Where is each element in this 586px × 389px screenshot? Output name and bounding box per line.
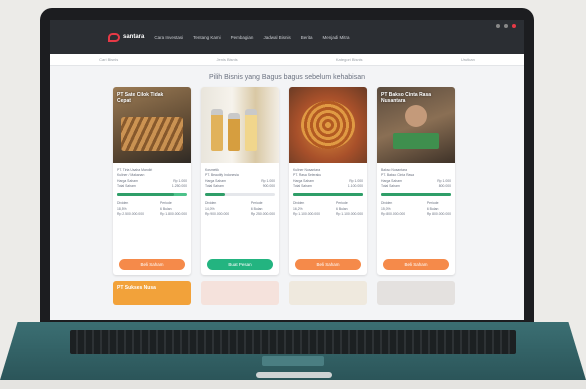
stat-value: Rp 800.000.000 [381, 212, 406, 217]
buy-shares-button[interactable]: Beli Saham [295, 259, 361, 270]
nav-item-berita[interactable]: Berita [301, 35, 313, 40]
funding-progress-fill [117, 192, 175, 196]
funding-progress-fill [205, 192, 225, 196]
business-card-grid: PT Sate Cilok Tidak Cepat PT. Tirta Usah… [50, 87, 524, 275]
funding-progress-bar [205, 192, 275, 196]
nav-item-menjadi-mitra[interactable]: Menjadi Mitra [322, 35, 349, 40]
buy-shares-button[interactable]: Beli Saham [119, 259, 185, 270]
bottle-shape [228, 113, 240, 151]
business-image [201, 87, 279, 163]
total-value: 1.250.000 [171, 184, 187, 189]
business-stats: Dividen 18,5% Rp 2.500.000.000 Periode 6 Bu… [113, 199, 191, 220]
business-stats: Dividen 14,0% Rp 900.000.000 Periode 6 Bula… [201, 199, 279, 220]
buy-shares-button[interactable]: Beli Saham [383, 259, 449, 270]
filter-search[interactable]: Cari Bisnis [99, 57, 118, 62]
business-card[interactable]: Kosmetik PT. Beautify Indonesia Harga Sa… [201, 87, 279, 275]
business-card[interactable]: Kuliner Nusantara PT. Rasa Seleraku Harg… [289, 87, 367, 275]
filter-type[interactable]: Jenis Bisnis [217, 57, 238, 62]
total-value: 1.100.000 [347, 184, 363, 189]
business-card-preview[interactable] [289, 281, 367, 305]
business-image: PT Bakso Cinta Rasa Nusantara [377, 87, 455, 163]
stat-value: Rp 1.800.000.000 [160, 212, 187, 217]
nav-item-tentang-kami[interactable]: Tentang Kami [193, 35, 221, 40]
business-image: PT Sate Cilok Tidak Cepat [113, 87, 191, 163]
brand-logo[interactable]: santara [108, 32, 145, 42]
funding-progress-fill [293, 192, 363, 196]
stat-value: Rp 250.000.000 [250, 212, 275, 217]
laptop-keyboard [70, 330, 516, 354]
business-card-preview[interactable] [201, 281, 279, 305]
business-meta: PT. Tirta Usaha Mandiri Kuliner / Makana… [113, 163, 191, 190]
funding-progress-fill [381, 192, 451, 196]
stat-value: Rp 1.100.000.000 [336, 212, 363, 217]
total-label: Total Saham [205, 184, 224, 189]
next-row-cards: PT Sukses Nusa [50, 275, 524, 305]
surface [0, 380, 586, 389]
business-card-preview[interactable] [377, 281, 455, 305]
business-title: PT Sukses Nusa [117, 285, 156, 291]
laptop-screen: santara Cara Investasi Tentang Kami Pemb… [50, 20, 524, 320]
stat-value: Rp 900.000.000 [205, 212, 230, 217]
funding-progress-bar [117, 192, 187, 196]
brand-logo-icon [108, 32, 120, 42]
cart-icon[interactable] [504, 24, 508, 28]
notification-icon[interactable] [496, 24, 500, 28]
nav-item-pembagian[interactable]: Pembagian [231, 35, 254, 40]
bottle-shape [245, 109, 257, 151]
avatar[interactable] [512, 24, 516, 28]
business-meta: Kuliner Nusantara PT. Rasa Seleraku Harg… [289, 163, 367, 190]
owner-photo [405, 105, 427, 127]
brand-name: santara [123, 34, 145, 40]
laptop-front-notch [256, 372, 332, 378]
page-headline: Pilih Bisnis yang Bagus bagus sebelum ke… [208, 74, 366, 81]
total-value: 800.000 [438, 184, 451, 189]
business-card[interactable]: PT Bakso Cinta Rasa Nusantara Bakso Nusa… [377, 87, 455, 275]
business-meta: Kosmetik PT. Beautify Indonesia Harga Sa… [201, 163, 279, 190]
nav-actions [496, 24, 516, 28]
business-meta: Bakso Nusantara PT. Bakso Cinta Rasa Har… [377, 163, 455, 190]
total-label: Total Saham [381, 184, 400, 189]
total-label: Total Saham [117, 184, 136, 189]
business-image [289, 87, 367, 163]
total-value: 900.000 [262, 184, 275, 189]
send-message-button[interactable]: Buat Pesan [207, 259, 273, 270]
filter-category[interactable]: Kategori Bisnis [336, 57, 363, 62]
business-card-preview[interactable]: PT Sukses Nusa [113, 281, 191, 305]
stat-value: Rp 2.500.000.000 [117, 212, 144, 217]
business-stats: Dividen 15,0% Rp 800.000.000 Periode 6 Bula… [377, 199, 455, 220]
food-image [393, 133, 439, 149]
product-image [211, 109, 257, 151]
food-image [301, 101, 355, 149]
nav-item-jadwal-bisnis[interactable]: Jadwal Bisnis [263, 35, 290, 40]
stat-value: Rp 1.100.000.000 [293, 212, 320, 217]
business-card[interactable]: PT Sate Cilok Tidak Cepat PT. Tirta Usah… [113, 87, 191, 275]
funding-progress-bar [381, 192, 451, 196]
business-stats: Dividen 16,2% Rp 1.100.000.000 Periode 6 Bu… [289, 199, 367, 220]
business-title: PT Bakso Cinta Rasa Nusantara [381, 92, 432, 104]
filter-sort[interactable]: Urutkan [461, 57, 475, 62]
business-title: PT Sate Cilok Tidak Cepat [117, 92, 164, 104]
laptop-trackpad [262, 356, 324, 366]
food-image [121, 117, 183, 151]
filter-bar: Cari Bisnis Jenis Bisnis Kategori Bisnis… [50, 54, 524, 66]
top-navbar: santara Cara Investasi Tentang Kami Pemb… [50, 20, 524, 54]
total-label: Total Saham [293, 184, 312, 189]
stat-value: Rp 800.000.000 [426, 212, 451, 217]
funding-progress-bar [293, 192, 363, 196]
bottle-shape [211, 109, 223, 151]
nav-item-cara-investasi[interactable]: Cara Investasi [154, 35, 183, 40]
